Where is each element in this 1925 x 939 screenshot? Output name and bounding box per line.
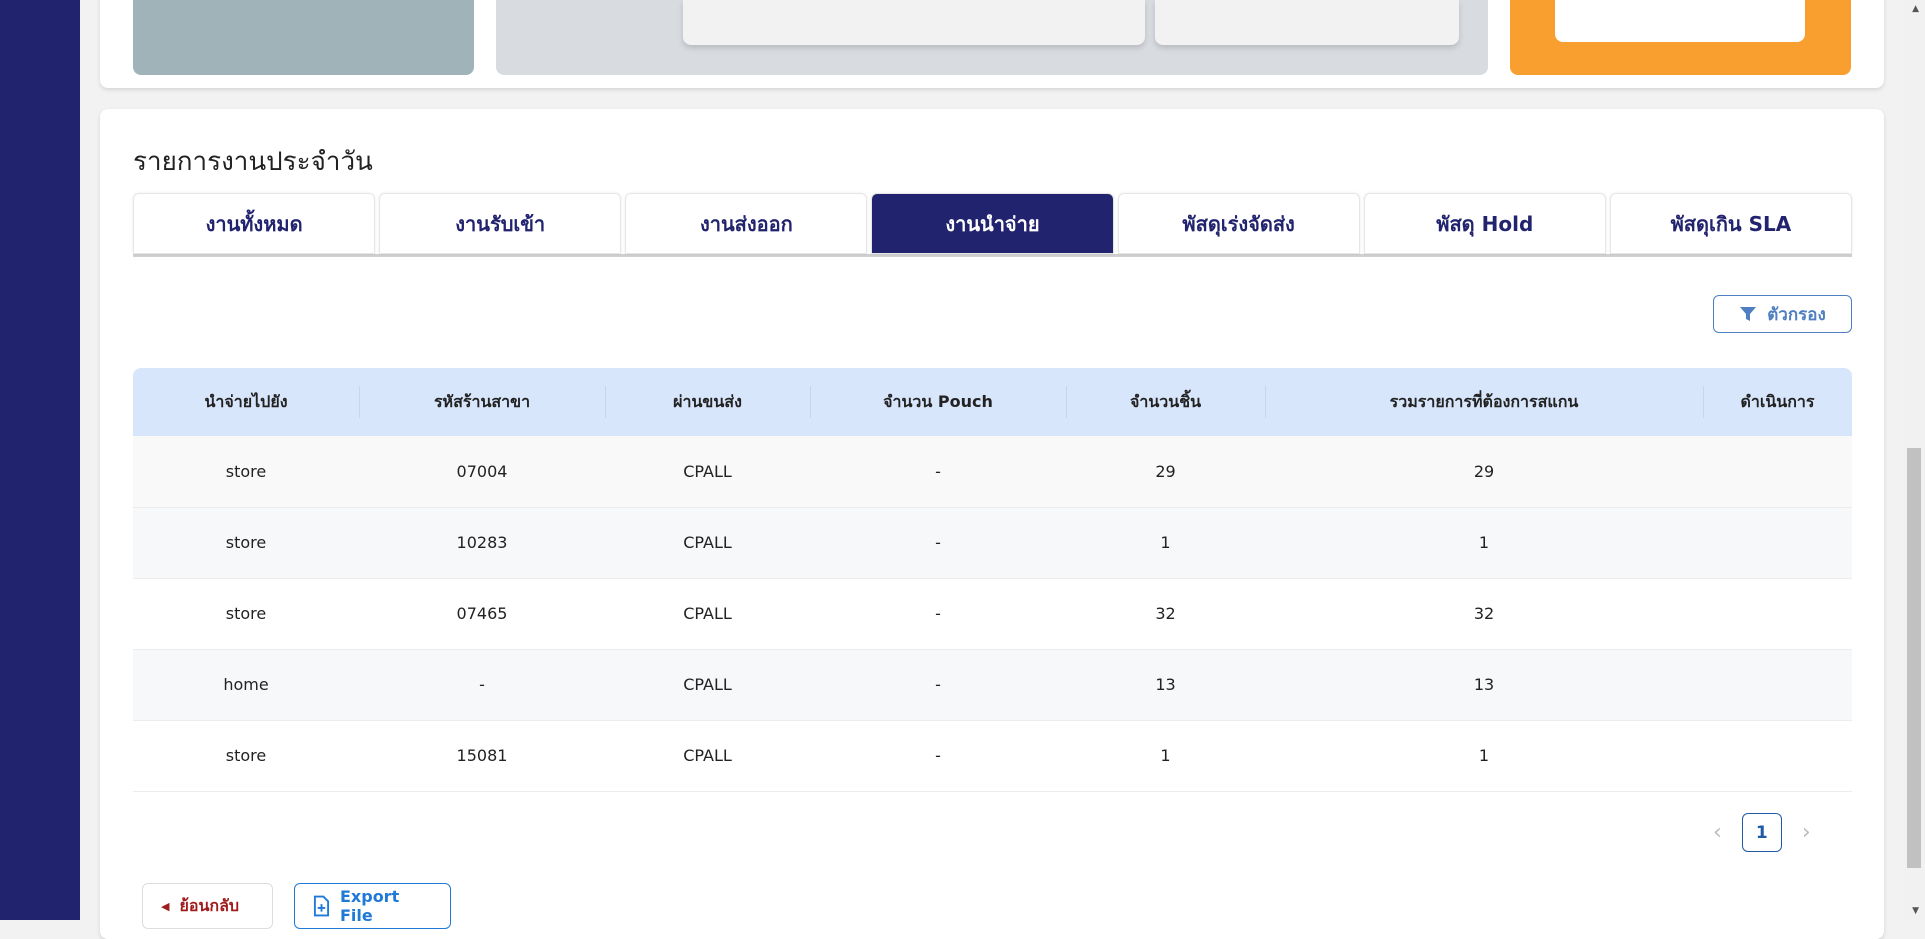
table-row: home - CPALL -13 13 xyxy=(133,649,1852,721)
cell-actions xyxy=(1703,578,1852,650)
col-total-to-scan: รวมรายการที่ต้องการสแกน xyxy=(1265,368,1703,436)
tab-bar: งานทั้งหมด งานรับเข้า งานส่งออก งานนำจ่า… xyxy=(133,193,1852,257)
cell-branch-code: 07004 xyxy=(359,436,605,508)
export-file-button[interactable]: Export File xyxy=(294,883,451,929)
cell-piece-count: 1 xyxy=(1066,507,1265,579)
cell-carrier: CPALL xyxy=(605,436,810,508)
cell-destination: store xyxy=(133,720,359,792)
cell-total-to-scan: 1 xyxy=(1265,507,1703,579)
col-destination: นำจ่ายไปยัง xyxy=(204,391,288,411)
next-page-icon[interactable]: › xyxy=(1802,820,1811,845)
tab-hold[interactable]: พัสดุ Hold xyxy=(1363,193,1606,254)
caret-left-icon: ◀ xyxy=(161,899,170,913)
filter-button[interactable]: ตัวกรอง xyxy=(1713,295,1852,333)
table-header-row: นำจ่ายไปยัง รหัสร้านสาขา ผ่านขนส่ง จำนวน… xyxy=(133,368,1852,436)
back-button[interactable]: ◀ ย้อนกลับ xyxy=(142,883,273,929)
cell-actions xyxy=(1703,507,1852,579)
table-row: store 07465 CPALL -32 32 xyxy=(133,578,1852,650)
file-plus-icon xyxy=(313,895,330,917)
tab-all[interactable]: งานทั้งหมด xyxy=(133,193,376,254)
tab-urgent[interactable]: พัสดุเร่งจัดส่ง xyxy=(1117,193,1360,254)
table-row: store 15081 CPALL -1 1 xyxy=(133,720,1852,792)
cell-total-to-scan: 1 xyxy=(1265,720,1703,792)
col-branch-code: รหัสร้านสาขา xyxy=(359,368,605,436)
cell-destination: store xyxy=(133,578,359,650)
pagination: ‹ 1 › xyxy=(1713,813,1811,852)
filter-icon xyxy=(1740,307,1757,321)
delivery-table: นำจ่ายไปยัง รหัสร้านสาขา ผ่านขนส่ง จำนวน… xyxy=(133,368,1852,792)
col-carrier: ผ่านขนส่ง xyxy=(605,368,810,436)
tab-inbound[interactable]: งานรับเข้า xyxy=(379,193,622,254)
cell-piece-count: 32 xyxy=(1066,578,1265,650)
cell-destination: home xyxy=(133,649,359,721)
daily-tasks-card: รายการงานประจำวัน งานทั้งหมด งานรับเข้า … xyxy=(100,109,1884,939)
cell-total-to-scan: 13 xyxy=(1265,649,1703,721)
cell-actions xyxy=(1703,436,1852,508)
cell-total-to-scan: 32 xyxy=(1265,578,1703,650)
sidebar xyxy=(0,0,80,920)
cell-actions xyxy=(1703,720,1852,792)
cell-branch-code: - xyxy=(359,649,605,721)
col-piece-count: จำนวนชิ้น xyxy=(1066,368,1265,436)
cell-pouch-count: - xyxy=(810,649,1066,721)
tab-delivery[interactable]: งานนำจ่าย xyxy=(871,193,1114,254)
page-1-button[interactable]: 1 xyxy=(1741,813,1782,852)
col-actions: ดำเนินการ xyxy=(1703,368,1852,436)
summary-tile xyxy=(496,0,1488,75)
tab-outbound[interactable]: งานส่งออก xyxy=(625,193,868,254)
summary-card xyxy=(100,0,1884,88)
cell-total-to-scan: 29 xyxy=(1265,436,1703,508)
cell-actions xyxy=(1703,649,1852,721)
summary-tile xyxy=(133,0,474,75)
cell-destination: store xyxy=(133,507,359,579)
cell-piece-count: 1 xyxy=(1066,720,1265,792)
cell-carrier: CPALL xyxy=(605,578,810,650)
cell-destination: store xyxy=(133,436,359,508)
cell-branch-code: 07465 xyxy=(359,578,605,650)
cell-pouch-count: - xyxy=(810,720,1066,792)
export-label: Export File xyxy=(339,887,400,925)
back-label: ย้อนกลับ xyxy=(179,895,240,915)
cell-carrier: CPALL xyxy=(605,507,810,579)
section-title: รายการงานประจำวัน xyxy=(133,147,373,177)
cell-branch-code: 15081 xyxy=(359,720,605,792)
cell-pouch-count: - xyxy=(810,507,1066,579)
cell-pouch-count: - xyxy=(810,436,1066,508)
cell-branch-code: 10283 xyxy=(359,507,605,579)
cell-pouch-count: - xyxy=(810,578,1066,650)
table-row: store 10283 CPALL -1 1 xyxy=(133,507,1852,579)
summary-tile xyxy=(1510,0,1851,75)
scrollbar-thumb[interactable] xyxy=(1907,448,1921,868)
cell-carrier: CPALL xyxy=(605,649,810,721)
cell-piece-count: 13 xyxy=(1066,649,1265,721)
prev-page-icon[interactable]: ‹ xyxy=(1713,820,1722,845)
filter-label: ตัวกรอง xyxy=(1767,304,1826,325)
page-scrollbar[interactable]: ▲ ▼ xyxy=(1903,0,1925,920)
tab-over-sla[interactable]: พัสดุเกิน SLA xyxy=(1609,193,1852,254)
cell-carrier: CPALL xyxy=(605,720,810,792)
cell-piece-count: 29 xyxy=(1066,436,1265,508)
table-row: store 07004 CPALL -29 29 xyxy=(133,436,1852,508)
col-pouch-count: จำนวน Pouch xyxy=(810,368,1066,436)
